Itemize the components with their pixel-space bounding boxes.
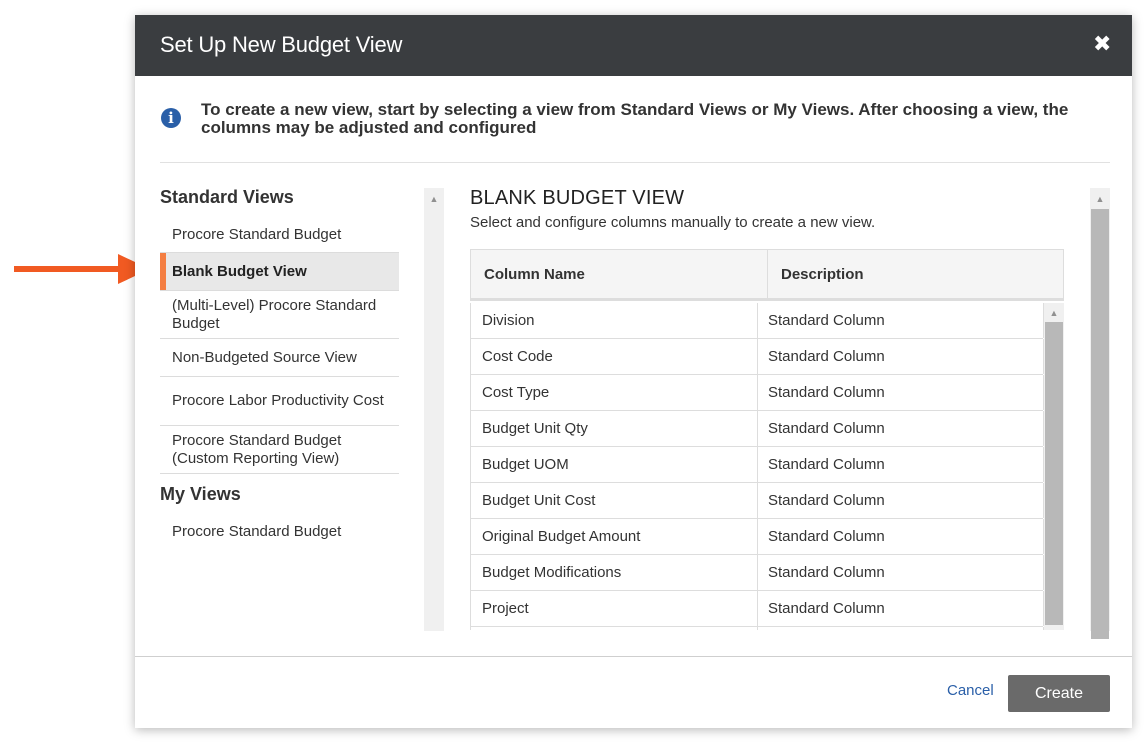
cell-column-name: Project [482,600,529,617]
table-row[interactable]: Original Budget Amount Standard Column [470,519,1044,555]
close-icon[interactable]: ✖ [1093,31,1111,57]
table-row[interactable]: Division Standard Column [470,303,1044,339]
cell-description: Standard Column [768,456,885,473]
cell-column-name: Budget UOM [482,456,569,473]
cell-column-name: Division [482,312,535,329]
view-item-label: (Multi-Level) Procore Standard Budget [172,296,377,332]
view-item-labor-productivity[interactable]: Procore Labor Productivity Cost [160,377,399,426]
column-separator [757,339,758,374]
panel-scrollbar-thumb[interactable] [1091,209,1109,639]
table-scrollbar-thumb[interactable] [1045,322,1063,625]
cancel-button[interactable]: Cancel [947,682,994,699]
scroll-up-icon[interactable]: ▲ [1090,192,1110,206]
table-body: Division Standard Column Cost Code Stand… [470,303,1064,630]
view-item-label: Procore Standard Budget [172,225,342,243]
column-separator [757,555,758,590]
table-row[interactable]: Project Standard Column [470,591,1044,627]
cell-description: Standard Column [768,420,885,437]
column-header-name: Column Name [484,266,585,283]
scroll-up-icon[interactable]: ▲ [424,192,444,206]
table-row[interactable]: Budget Unit Cost Standard Column [470,483,1044,519]
cell-description: Standard Column [768,528,885,545]
create-button[interactable]: Create [1008,675,1110,712]
view-subtitle: Select and configure columns manually to… [470,214,876,231]
column-separator [757,447,758,482]
view-title: BLANK BUDGET VIEW [470,187,685,209]
cell-description: Standard Column [768,564,885,581]
view-item-label: Procore Standard Budget (Custom Reportin… [172,431,342,467]
column-separator [757,411,758,446]
info-text: To create a new view, start by selecting… [201,100,1069,137]
view-item-custom-reporting[interactable]: Procore Standard Budget (Custom Reportin… [160,426,399,474]
column-separator [757,375,758,410]
cell-description: Standard Column [768,312,885,329]
table-row[interactable]: Cost Type Standard Column [470,375,1044,411]
column-separator [757,591,758,626]
table-row[interactable]: Budget UOM Standard Column [470,447,1044,483]
cell-description: Standard Column [768,348,885,365]
column-separator [757,519,758,554]
cell-column-name: Budget Unit Cost [482,492,596,509]
cell-column-name: Budget Modifications [482,564,622,581]
view-item-procore-standard-budget[interactable]: Procore Standard Budget [160,217,399,253]
cell-column-name: Original Budget Amount [482,528,641,545]
column-separator [757,627,758,630]
table-row[interactable]: Cost Code Standard Column [470,339,1044,375]
cell-column-name: Cost Code [482,348,553,365]
standard-views-title: Standard Views [160,187,294,207]
panel-scrollbar[interactable]: ▲ [1090,188,1110,639]
cell-column-name: Cost Type [482,384,550,401]
table-row[interactable] [470,627,1044,630]
column-header-description: Description [781,266,864,283]
modal-title: Set Up New Budget View [160,32,403,57]
table-header: Column Name Description [470,249,1064,301]
cell-description: Standard Column [768,600,885,617]
info-icon: i [161,108,181,128]
view-item-non-budgeted-source[interactable]: Non-Budgeted Source View [160,339,399,377]
table-row[interactable]: Budget Unit Qty Standard Column [470,411,1044,447]
cell-description: Standard Column [768,492,885,509]
table-scrollbar[interactable]: ▲ [1044,303,1064,630]
modal-header: Set Up New Budget View ✖ [135,15,1132,76]
cell-description: Standard Column [768,384,885,401]
budget-view-modal: Set Up New Budget View ✖ i To create a n… [135,15,1132,728]
view-item-label: Blank Budget View [172,262,307,280]
cell-column-name: Budget Unit Qty [482,420,588,437]
view-item-label: Non-Budgeted Source View [172,348,357,366]
table-row[interactable]: Budget Modifications Standard Column [470,555,1044,591]
view-item-multi-level-budget[interactable]: (Multi-Level) Procore Standard Budget [160,291,399,339]
view-item-label: Procore Standard Budget [172,523,342,540]
view-item-blank-budget-view[interactable]: Blank Budget View [160,253,399,291]
annotation-arrow-icon [14,254,150,284]
divider [160,162,1110,163]
scroll-up-icon[interactable]: ▲ [1044,306,1064,320]
column-separator [757,303,758,338]
view-item-my-procore-standard-budget[interactable]: Procore Standard Budget [160,514,399,550]
view-item-label: Procore Labor Productivity Cost [172,392,384,409]
footer-divider [135,656,1132,657]
left-scrollbar[interactable]: ▲ [424,188,444,631]
column-separator [757,483,758,518]
my-views-title: My Views [160,484,241,504]
header-separator [767,250,768,299]
